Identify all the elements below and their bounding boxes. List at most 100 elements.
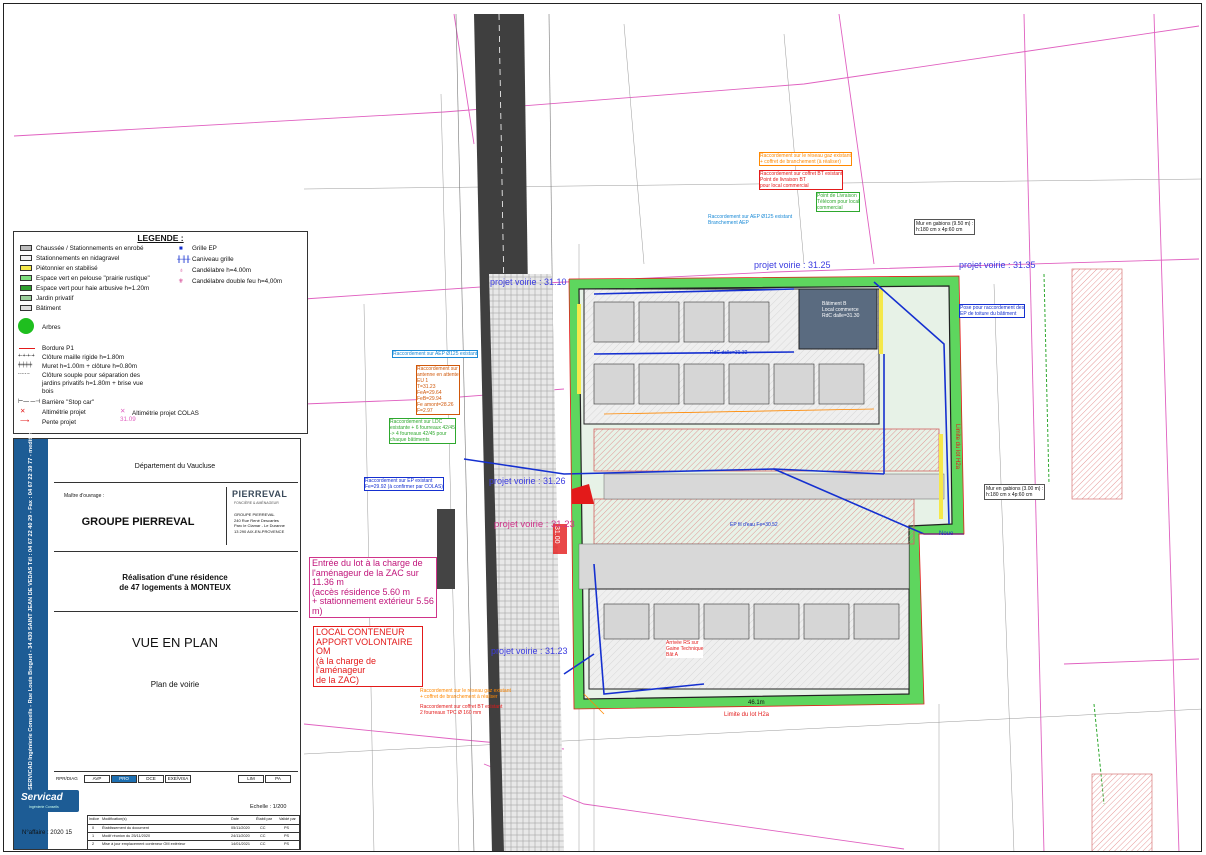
phase-pa[interactable]: PA xyxy=(265,775,291,783)
table-rule xyxy=(88,832,299,833)
legend-item: Barrière "Stop car" xyxy=(42,399,95,406)
note-line: chaque bâtiments xyxy=(390,437,430,443)
divider xyxy=(226,487,227,545)
mur-gabions-note: Mur en gabions (3.00 m) : h:180 cm x 4p:… xyxy=(984,484,1046,500)
candelabre-double-icon: ⚜ xyxy=(178,278,184,285)
phase-exe-visa[interactable]: EXE/VISA xyxy=(165,775,191,783)
raccord-antenne-note: Raccordement sur antenne en attente EU 1… xyxy=(416,365,460,415)
note-line: APPORT VOLONTAIRE OM xyxy=(316,636,413,656)
view-title: VUE EN PLAN xyxy=(132,635,218,650)
legend-item: Candélabre double feu h=4,00m xyxy=(192,278,283,285)
altimetrie-icon: ✕ xyxy=(20,408,26,415)
ep-label: EP fil d'eau Fe=30.52 xyxy=(730,522,778,528)
divider xyxy=(54,551,298,552)
legend-item: Chaussée / Stationnements en enrobé xyxy=(36,245,144,252)
table-rule xyxy=(88,840,299,841)
table-cell: CC xyxy=(260,842,266,846)
arrivee-rs-note: Arrivée RS sur Gaine Technique Bât A xyxy=(666,640,704,658)
table-rule xyxy=(88,824,299,825)
note-line: Branchement AEP xyxy=(708,220,749,226)
legend: LEGENDE : Chaussée / Stationnements en e… xyxy=(13,231,308,434)
entree-lot-note: Entrée du lot à la charge de l'aménageur… xyxy=(309,557,437,618)
project-lot[interactable] xyxy=(553,276,964,709)
table-cell: 05/11/2020 xyxy=(231,826,250,830)
raccord-gaz-note: Raccordement sur le réseau gaz existant … xyxy=(759,152,852,166)
swatch xyxy=(20,305,32,311)
company-band: SERVICAD Ingénierie Conseils - Rue Louis… xyxy=(14,384,48,849)
legend-item: Grille EP xyxy=(192,245,217,252)
swatch xyxy=(20,265,32,271)
cloture-souple-line: -·-·-·- xyxy=(18,371,30,377)
address-line: 13 290 AIX-EN-PROVENCE xyxy=(234,528,285,534)
table-cell: 0 xyxy=(92,826,95,830)
altimetrie-label: RdC dalle=31.32 xyxy=(710,350,748,356)
phase-label: RPR/DIAG xyxy=(56,776,78,781)
noue-label: Noue xyxy=(939,531,954,537)
divider xyxy=(54,771,298,772)
neighbour-building xyxy=(1071,268,1123,500)
note-line: h:180 cm x 4p:60 cm xyxy=(986,492,1033,498)
mur-gabions-note: Mur en gabions (9.50 m) : h:180 cm x 4p:… xyxy=(914,219,976,235)
limite-lot-label: Limite du lot H2a xyxy=(954,424,960,470)
batiment-b[interactable] xyxy=(798,288,878,350)
col-header: Validé par xyxy=(279,817,296,821)
maitre-ouvrage-label: Maître d'ouvrage : xyxy=(64,493,105,499)
drawing-frame: projet voirie : 31.10 projet voirie : 31… xyxy=(3,3,1202,852)
phase-avp[interactable]: AVP xyxy=(84,775,110,783)
raccord-gaz-note: Raccordement sur le réseau gaz existant … xyxy=(420,688,511,700)
company-contact: SERVICAD Ingénierie Conseils - Rue Louis… xyxy=(28,383,34,791)
client-address: GROUPE PIERREVAL 240 Rue René Descartes … xyxy=(234,512,285,534)
legend-item: Piétonnier en stabilisé xyxy=(36,265,98,272)
table-cell: PS xyxy=(284,842,290,846)
col-header: Modification(s) xyxy=(102,817,127,821)
limite-lot-label: Limite du lot H2a xyxy=(724,712,770,718)
raccord-ldc-note: Raccordement sur LDC existante + 6 fourr… xyxy=(389,418,456,444)
raccord-bt-note: Raccordement sur coffret BT existant Poi… xyxy=(759,170,844,190)
raccord-aep-note: Raccordement sur AEP Ø125 existant Branc… xyxy=(708,214,792,226)
phase-dce[interactable]: DCE xyxy=(138,775,164,783)
candelabre-icon: ♁ xyxy=(179,267,184,274)
projet-voirie-label: projet voirie : 31.23 xyxy=(491,646,568,656)
legend-item: Clôture maille rigide h=1.80m xyxy=(42,354,125,361)
projet-voirie-label: projet voirie : 31.26 xyxy=(489,476,566,486)
phase-lim[interactable]: LIM xyxy=(238,775,264,783)
table-cell: 2 xyxy=(92,842,95,846)
note-line: h:180 cm x 4p:60 cm xyxy=(916,227,963,233)
divider xyxy=(54,482,298,483)
swatch xyxy=(20,275,32,281)
divider xyxy=(54,611,298,612)
legend-item: Espace vert pour haie arbusive h=1.20m xyxy=(36,285,150,292)
legend-title: LEGENDE : xyxy=(137,233,184,243)
table-cell: Modif réunion du 25/11/2020 xyxy=(102,834,151,838)
brand-sub: Ingénierie Conseils xyxy=(29,805,59,809)
brand-name: Servicad xyxy=(21,792,63,803)
pierreval-logo-sub: FONCIÈRE & AMÉNAGEUR xyxy=(234,501,279,505)
phase-pro[interactable]: PRO xyxy=(111,775,137,783)
view-subtitle: Plan de voirie xyxy=(150,680,200,689)
projet-voirie-label: projet voirie : 31.23 xyxy=(494,519,575,530)
note-line: F=2.97 xyxy=(417,408,433,414)
revision-table: Indice Modification(s) Date Établi par V… xyxy=(87,815,300,850)
note-line: + coffret de branchement (à réaliser) xyxy=(760,159,841,165)
note-line: l'aménageur de la ZAC sur 11.36 m xyxy=(312,567,419,587)
legend-item: Stationnements en nidagravel xyxy=(36,255,120,262)
swatch xyxy=(20,295,32,301)
raccord-bt-note: Raccordement sur coffret BT existant 2 f… xyxy=(420,704,502,716)
parking-strip xyxy=(437,509,455,589)
note-line: EP de toiture du bâtiment xyxy=(960,311,1017,317)
project-title: Réalisation d'une résidence xyxy=(122,573,228,582)
pierreval-logo: PIERREVAL xyxy=(232,489,288,499)
table-cell: PS xyxy=(284,834,290,838)
note-line: (à la charge de l'aménageur xyxy=(316,655,377,675)
legend-item: Pente projet xyxy=(42,419,76,426)
legend-item: Espace vert en pelouse "prairie rustique… xyxy=(36,275,150,282)
raccord-aep-note: Raccordement sur AEP Ø125 existant xyxy=(392,350,479,358)
legend-item: Caniveau grille xyxy=(192,256,234,263)
project-title: de 47 logements à MONTEUX xyxy=(119,583,231,592)
table-cell: PS xyxy=(284,826,290,830)
client-name: GROUPE PIERREVAL xyxy=(81,516,195,528)
note-line: Bât A xyxy=(666,652,678,658)
legend-item: Clôture souple pour séparation des xyxy=(42,372,141,379)
note-line: + stationnement extérieur 5.56 m) xyxy=(312,596,434,616)
table-cell: 14/01/2021 xyxy=(231,842,251,846)
